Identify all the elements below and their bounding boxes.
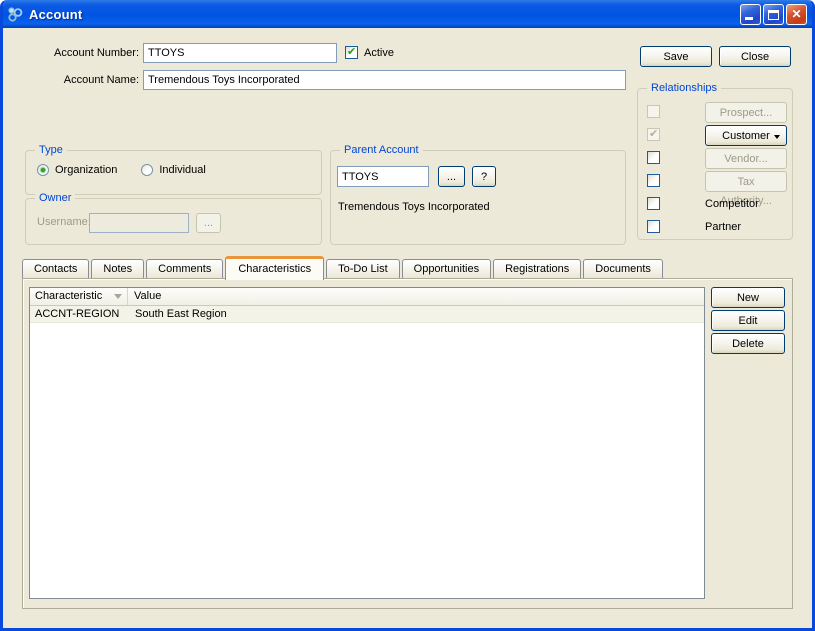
- window-title: Account: [29, 7, 82, 22]
- tab-comments[interactable]: Comments: [146, 259, 223, 279]
- tab-documents[interactable]: Documents: [583, 259, 663, 279]
- prospect-checkbox: [647, 105, 660, 118]
- type-title: Type: [35, 143, 67, 157]
- relationship-row-competitor: Competitor: [638, 194, 792, 217]
- parent-browse-button[interactable]: ...: [438, 166, 465, 187]
- parent-help-button[interactable]: ?: [472, 166, 496, 187]
- delete-button[interactable]: Delete: [711, 333, 785, 354]
- cell-value: South East Region: [129, 306, 704, 322]
- account-window: Account ✕ Account Number: Active Account…: [0, 0, 815, 631]
- characteristics-panel: Characteristic Value ACCNT-REGIONSouth E…: [22, 278, 793, 609]
- parent-account-input[interactable]: [337, 166, 429, 187]
- type-radio-individual[interactable]: [141, 164, 153, 176]
- sort-descending-icon: [114, 294, 122, 299]
- type-group: Type OrganizationIndividual: [25, 150, 322, 195]
- active-label: Active: [364, 43, 394, 63]
- titlebar: Account ✕: [0, 0, 815, 28]
- maximize-button[interactable]: [763, 4, 784, 25]
- tab-registrations[interactable]: Registrations: [493, 259, 581, 279]
- relationship-row-partner: Partner: [638, 217, 792, 240]
- tax-authority-checkbox[interactable]: [647, 174, 660, 187]
- prospect-button: Prospect...: [705, 102, 787, 123]
- window-controls: ✕: [740, 4, 807, 25]
- vendor-button-label: Vendor...: [712, 150, 780, 169]
- active-checkbox[interactable]: [345, 46, 358, 59]
- dialog-content: Account Number: Active Account Name: Sav…: [3, 28, 812, 628]
- vendor-button: Vendor...: [705, 148, 787, 169]
- partner-checkbox[interactable]: [647, 220, 660, 233]
- characteristics-table: Characteristic Value ACCNT-REGIONSouth E…: [29, 287, 705, 599]
- account-number-input[interactable]: [143, 43, 337, 63]
- relationship-row-customer: Customer: [638, 125, 792, 148]
- parent-account-group: Parent Account ... ? Tremendous Toys Inc…: [330, 150, 626, 245]
- close-window-button[interactable]: ✕: [786, 4, 807, 25]
- minimize-icon: [745, 17, 753, 20]
- relationship-row-tax-authority: Tax Authority...: [638, 171, 792, 194]
- type-radio-label-individual: Individual: [159, 164, 205, 176]
- customer-button[interactable]: Customer: [705, 125, 787, 146]
- relationships-group: Relationships Prospect...CustomerVendor.…: [637, 88, 793, 240]
- owner-browse-button: ...: [196, 213, 221, 233]
- relationships-title: Relationships: [647, 81, 721, 95]
- maximize-icon: [768, 10, 779, 20]
- column-header-value[interactable]: Value: [128, 288, 704, 305]
- prospect-button-label: Prospect...: [712, 104, 780, 123]
- account-number-label: Account Number:: [21, 43, 139, 63]
- vendor-checkbox[interactable]: [647, 151, 660, 164]
- relationship-row-vendor: Vendor...: [638, 148, 792, 171]
- close-button[interactable]: Close: [719, 46, 791, 67]
- chevron-down-icon: [774, 135, 780, 139]
- owner-group: Owner Username: ...: [25, 198, 322, 245]
- type-radio-organization[interactable]: [37, 164, 49, 176]
- competitor-checkbox[interactable]: [647, 197, 660, 210]
- close-icon: ✕: [787, 7, 806, 21]
- relationship-row-prospect: Prospect...: [638, 102, 792, 125]
- type-options: Organization Individual: [37, 164, 230, 176]
- edit-button[interactable]: Edit: [711, 310, 785, 331]
- table-row-accnt-region[interactable]: ACCNT-REGIONSouth East Region: [30, 306, 704, 323]
- username-label: Username:: [37, 212, 91, 232]
- tab-to-do-list[interactable]: To-Do List: [326, 259, 400, 279]
- tab-notes[interactable]: Notes: [91, 259, 144, 279]
- type-radio-label-organization: Organization: [55, 164, 117, 176]
- table-header: Characteristic Value: [30, 288, 704, 306]
- account-name-input[interactable]: [143, 70, 626, 90]
- tax-authority-button: Tax Authority...: [705, 171, 787, 192]
- customer-button-label: Customer: [712, 127, 780, 146]
- table-body: ACCNT-REGIONSouth East Region: [30, 306, 704, 323]
- owner-title: Owner: [35, 191, 75, 205]
- cell-characteristic: ACCNT-REGION: [30, 306, 129, 322]
- username-input: [89, 213, 189, 233]
- relationships-rows: Prospect... Customer Vendor... Tax Authorit…: [638, 89, 792, 240]
- account-app-icon: [7, 6, 23, 22]
- parent-resolved-name: Tremendous Toys Incorporated: [338, 197, 490, 217]
- competitor-label: Competitor: [705, 198, 759, 210]
- partner-label: Partner: [705, 221, 741, 233]
- parent-account-title: Parent Account: [340, 143, 423, 157]
- account-name-label: Account Name:: [21, 70, 139, 90]
- column-header-characteristic[interactable]: Characteristic: [30, 288, 128, 305]
- table-action-buttons: NewEditDelete: [711, 287, 785, 354]
- tab-contacts[interactable]: Contacts: [22, 259, 89, 279]
- minimize-button[interactable]: [740, 4, 761, 25]
- new-button[interactable]: New: [711, 287, 785, 308]
- tab-bar: ContactsNotesCommentsCharacteristicsTo-D…: [22, 255, 665, 279]
- save-button[interactable]: Save: [640, 46, 712, 67]
- tab-opportunities[interactable]: Opportunities: [402, 259, 491, 279]
- customer-checkbox: [647, 128, 660, 141]
- tab-characteristics[interactable]: Characteristics: [225, 256, 324, 280]
